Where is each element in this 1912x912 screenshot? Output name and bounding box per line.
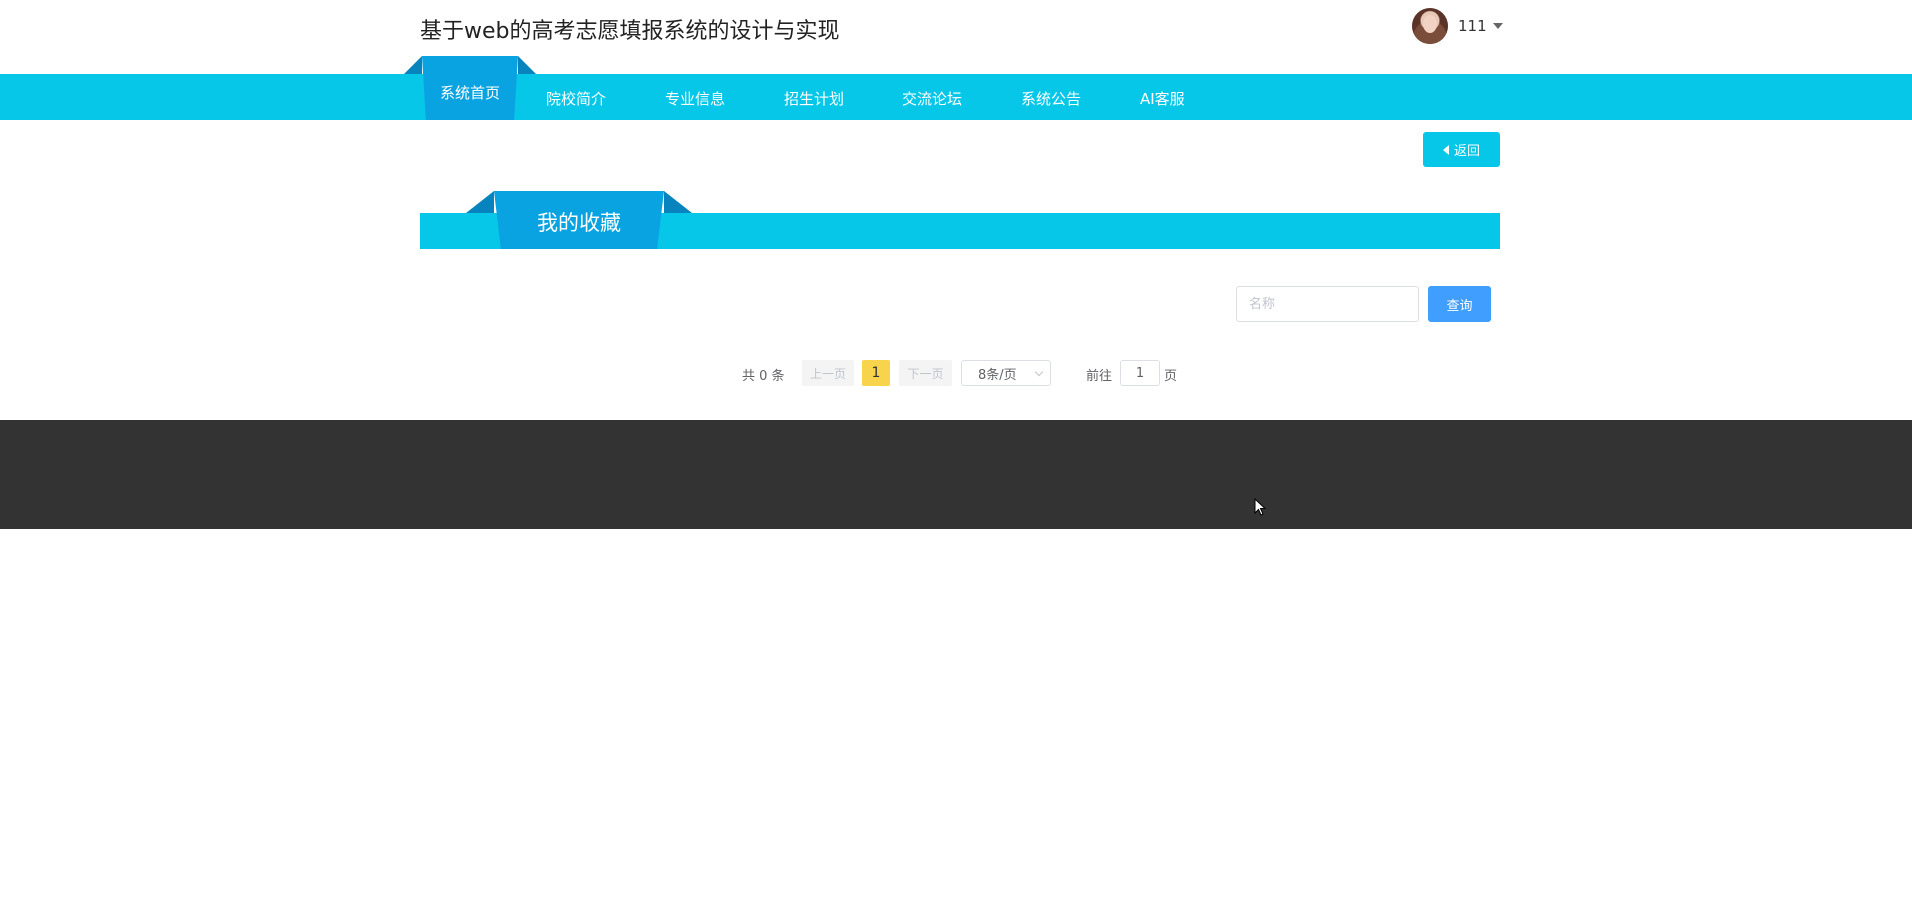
nav-item-forum[interactable]: 交流论坛 (902, 88, 962, 109)
page-number-current[interactable]: 1 (862, 360, 890, 386)
section-title: 我的收藏 (537, 211, 621, 235)
search-button[interactable]: 查询 (1428, 286, 1491, 322)
back-button-label: 返回 (1453, 144, 1480, 159)
goto-label: 前往 (1086, 369, 1113, 384)
footer (0, 420, 1912, 529)
back-button[interactable]: 返回 (1423, 132, 1500, 167)
page-size-value: 8条/页 (978, 367, 1017, 383)
nav-items: 院校简介 专业信息 招生计划 交流论坛 系统公告 AI客服 (0, 74, 1912, 120)
nav-item-schools[interactable]: 院校简介 (546, 88, 606, 109)
header: 基于web的高考志愿填报系统的设计与实现 111 (0, 0, 1912, 74)
goto-suffix: 页 (1164, 369, 1178, 384)
prev-page-button[interactable]: 上一页 (802, 360, 854, 386)
mouse-cursor-icon (1254, 498, 1266, 516)
site-title: 基于web的高考志愿填报系统的设计与实现 (420, 19, 840, 44)
nav-item-majors[interactable]: 专业信息 (665, 88, 725, 109)
section-title-tab: 我的收藏 (466, 191, 692, 249)
avatar[interactable] (1412, 8, 1448, 44)
chevron-down-icon (1034, 367, 1044, 377)
page-size-select[interactable]: 8条/页 (961, 360, 1051, 386)
pagination-total: 共 0 条 (742, 369, 785, 384)
nav-item-ai-service[interactable]: AI客服 (1140, 88, 1185, 109)
user-menu[interactable]: 111 (1412, 8, 1503, 44)
nav-item-enrollment-plan[interactable]: 招生计划 (784, 88, 844, 109)
next-page-button[interactable]: 下一页 (899, 360, 952, 386)
username[interactable]: 111 (1458, 17, 1487, 35)
goto-page-input[interactable] (1120, 360, 1160, 386)
search-input[interactable] (1236, 286, 1419, 322)
nav-item-announcements[interactable]: 系统公告 (1021, 88, 1081, 109)
caret-left-icon (1442, 144, 1449, 155)
caret-down-icon[interactable] (1492, 23, 1503, 29)
